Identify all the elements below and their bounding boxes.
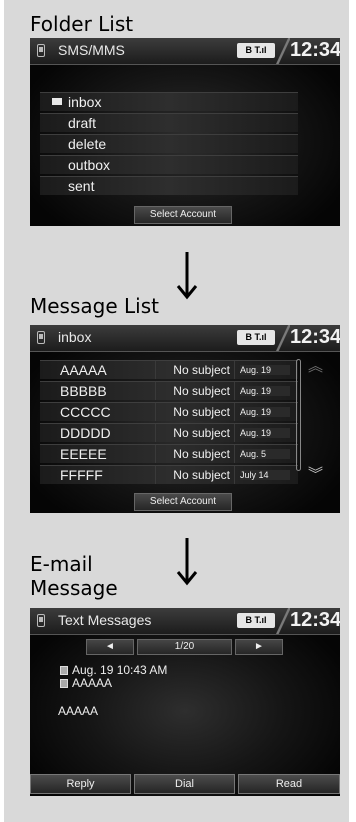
folder-item-delete[interactable]: delete — [40, 134, 298, 153]
reply-button[interactable]: Reply — [30, 774, 131, 794]
clock: 12:34 — [290, 326, 340, 348]
screen-header: inbox B T.ıl 12:34 — [30, 325, 340, 352]
message-sender: AAAAA — [72, 676, 113, 690]
folder-list-screen: SMS/MMS B T.ıl 12:34 inbox draft delete … — [30, 38, 340, 226]
folder-list-label: Folder List — [30, 12, 134, 36]
screen-title: SMS/MMS — [58, 42, 125, 58]
scroll-down-icon[interactable]: ︾ — [308, 463, 323, 484]
bluetooth-signal-icon: B T.ıl — [237, 613, 275, 628]
message-row[interactable]: AAAAA No subject Aug. 19 — [40, 360, 298, 379]
bluetooth-signal-icon: B T.ıl — [237, 43, 275, 58]
message-row[interactable]: BBBBB No subject Aug. 19 — [40, 381, 298, 400]
folder-item-inbox[interactable]: inbox — [40, 92, 298, 111]
dial-button[interactable]: Dial — [134, 774, 235, 794]
contact-icon — [60, 679, 68, 688]
down-arrow-icon — [176, 538, 198, 586]
select-account-button[interactable]: Select Account — [134, 206, 232, 224]
message-row[interactable]: EEEEE No subject Aug. 5 — [40, 444, 298, 463]
clock: 12:34 — [290, 609, 340, 631]
select-account-button[interactable]: Select Account — [134, 493, 232, 511]
screen-header: SMS/MMS B T.ıl 12:34 — [30, 38, 340, 65]
prev-page-button[interactable]: ◄ — [86, 639, 134, 655]
message-list-screen: inbox B T.ıl 12:34 AAAAA No subject Aug.… — [30, 325, 340, 513]
bluetooth-signal-icon: B T.ıl — [237, 330, 275, 345]
scrollbar[interactable] — [296, 359, 301, 471]
calendar-icon — [60, 666, 68, 675]
message-body: AAAAA — [58, 704, 99, 718]
next-page-button[interactable]: ► — [235, 639, 283, 655]
screen-title: Text Messages — [58, 612, 152, 628]
folder-item-outbox[interactable]: outbox — [40, 155, 298, 174]
phone-icon — [37, 614, 45, 627]
folder-item-draft[interactable]: draft — [40, 113, 298, 132]
screen-header: Text Messages B T.ıl 12:34 — [30, 608, 340, 635]
read-button[interactable]: Read — [238, 774, 340, 794]
envelope-icon — [52, 98, 62, 105]
down-arrow-icon — [176, 252, 198, 300]
phone-icon — [37, 44, 45, 57]
message-row[interactable]: DDDDD No subject Aug. 19 — [40, 423, 298, 442]
message-list-label: Message List — [30, 294, 159, 318]
phone-icon — [37, 331, 45, 344]
scroll-up-icon[interactable]: ︽ — [308, 355, 323, 376]
text-message-screen: Text Messages B T.ıl 12:34 ◄ 1/20 ► Aug.… — [30, 608, 340, 796]
message-row[interactable]: FFFFF No subject July 14 — [40, 465, 298, 484]
folder-item-sent[interactable]: sent — [40, 176, 298, 195]
page-indicator: 1/20 — [137, 639, 232, 655]
clock: 12:34 — [290, 39, 340, 61]
message-row[interactable]: CCCCC No subject Aug. 19 — [40, 402, 298, 421]
screen-title: inbox — [58, 329, 92, 345]
email-message-label: E-mail Message — [30, 552, 118, 600]
message-datetime: Aug. 19 10:43 AM — [72, 663, 168, 677]
